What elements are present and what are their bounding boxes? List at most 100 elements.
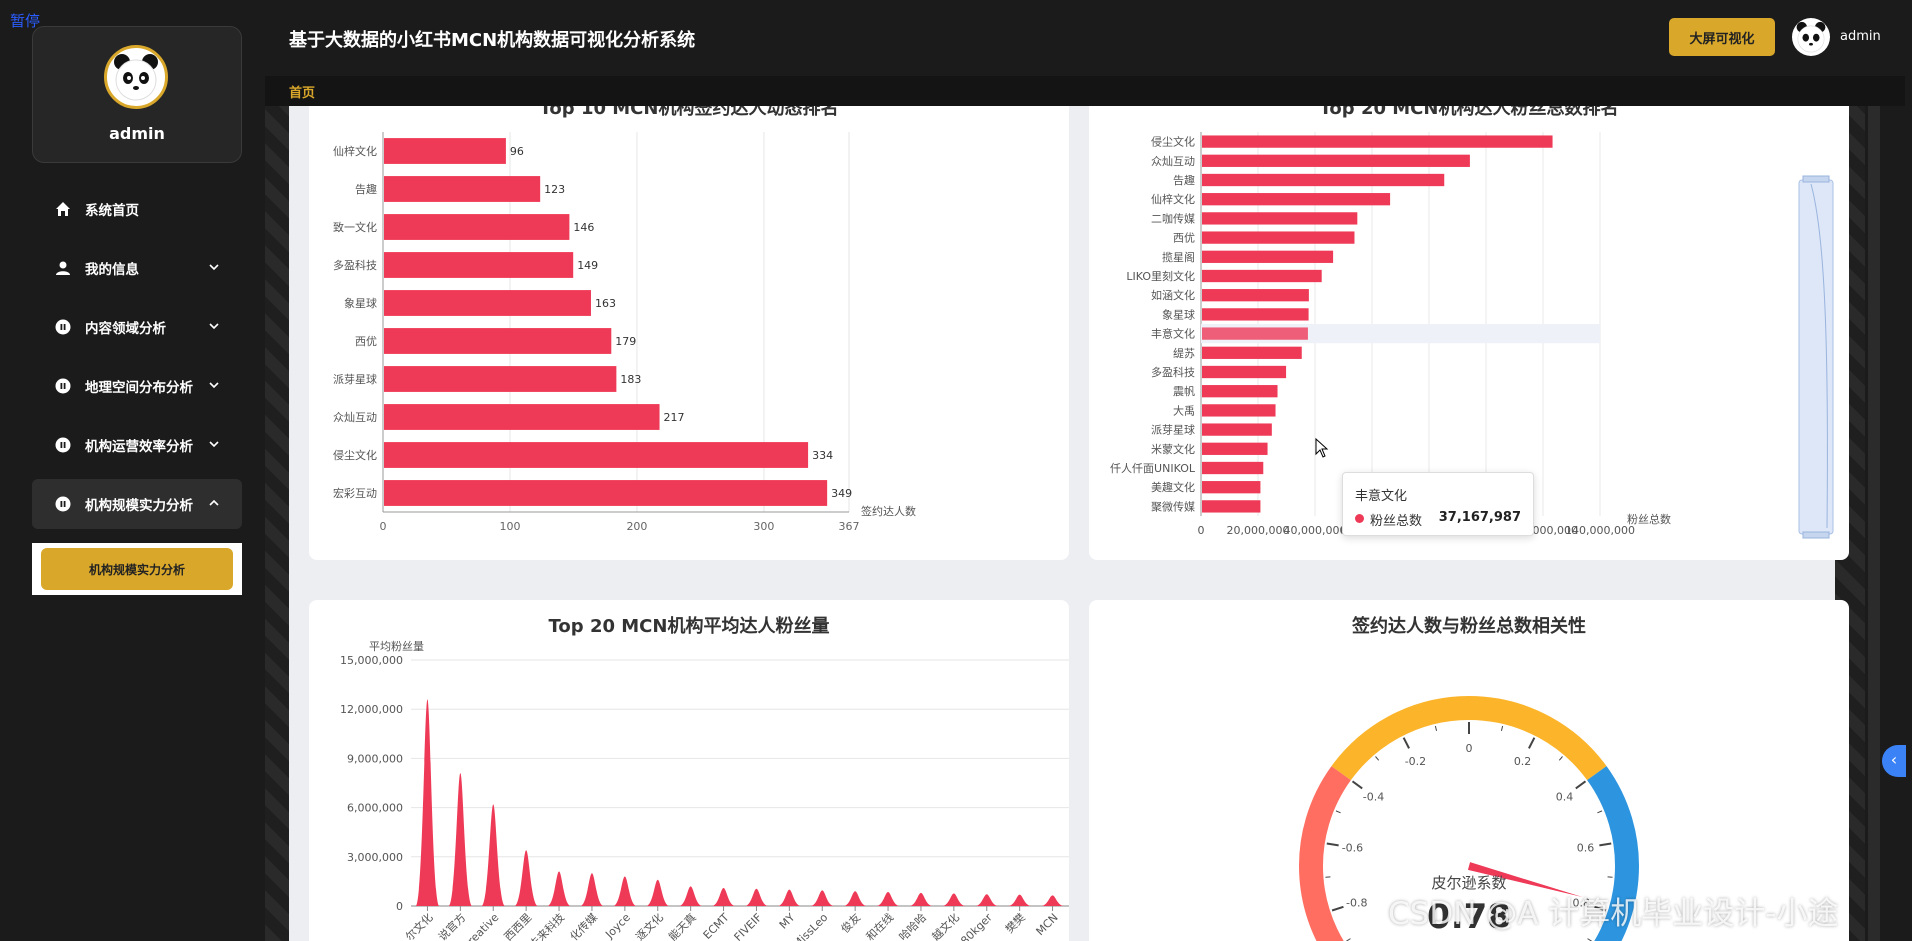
gauge-tick bbox=[1575, 780, 1587, 790]
sidebar-item-geo-distribution[interactable]: 地理空间分布分析 bbox=[32, 361, 242, 411]
x-tick-label: 化传媒 bbox=[567, 910, 600, 941]
pause-circle-icon bbox=[54, 437, 71, 454]
y-tick-label: 3,000,000 bbox=[347, 851, 403, 864]
data-label: 163 bbox=[595, 297, 616, 310]
category-label: LIKO里刻文化 bbox=[1126, 269, 1195, 283]
gauge-tick-label: -0.6 bbox=[1342, 842, 1363, 855]
area-peak bbox=[645, 879, 670, 906]
data-label: 96 bbox=[510, 145, 524, 158]
sidebar-item-scale-strength[interactable]: 机构规模实力分析 bbox=[32, 479, 242, 529]
pause-label[interactable]: 暂停 bbox=[10, 10, 40, 31]
submenu: 机构规模实力分析 bbox=[32, 543, 242, 595]
gauge-tick bbox=[1597, 810, 1603, 814]
bar bbox=[1202, 173, 1445, 187]
breadcrumb: 首页 bbox=[265, 76, 1905, 106]
sidebar-username: admin bbox=[109, 124, 165, 143]
y-tick-label: 12,000,000 bbox=[340, 703, 403, 716]
collapse-tab[interactable]: ‹ bbox=[1882, 745, 1906, 777]
category-label: 仙梓文化 bbox=[1151, 192, 1195, 206]
scrollbar[interactable] bbox=[1868, 106, 1880, 941]
x-tick-label: 说官方 bbox=[435, 910, 468, 941]
bar bbox=[1202, 481, 1261, 494]
area-peak bbox=[876, 892, 900, 906]
tooltip-series: 粉丝总数 bbox=[1370, 514, 1423, 529]
gauge-tick-label: 0 bbox=[1466, 742, 1473, 755]
data-label: 179 bbox=[615, 335, 636, 348]
chevron-down-icon bbox=[209, 382, 219, 389]
submenu-item-scale-strength[interactable]: 机构规模实力分析 bbox=[41, 548, 233, 590]
bar bbox=[384, 328, 612, 354]
chart-card-top10-signed: Top 10 MCN机构签约达人动态排名 0 100 200 300 367 仙梓文化 96… bbox=[309, 106, 1069, 560]
bar bbox=[1202, 231, 1355, 244]
avatar[interactable] bbox=[104, 45, 168, 109]
gauge-band-mid bbox=[1331, 696, 1607, 781]
area-peak bbox=[1040, 895, 1065, 906]
x-tick-label: 越文化 bbox=[929, 910, 962, 941]
x-tick-label: 80kger bbox=[958, 911, 995, 941]
x-tick-label: FIVEIF bbox=[732, 911, 765, 941]
category-label: 大禹 bbox=[1173, 403, 1195, 417]
gauge-tick bbox=[1500, 725, 1504, 731]
x-tick-label: reative bbox=[465, 911, 502, 941]
x-tick-label: 20,000,000 bbox=[1227, 524, 1290, 537]
sidebar-item-operation-efficiency[interactable]: 机构运营效率分析 bbox=[32, 420, 242, 470]
x-tick-label: 西西里 bbox=[502, 911, 535, 941]
data-label: 217 bbox=[664, 411, 685, 424]
bar bbox=[1202, 461, 1264, 475]
sidebar-item-home[interactable]: 系统首页 bbox=[32, 184, 242, 234]
big-screen-button[interactable]: 大屏可视化 bbox=[1669, 18, 1775, 56]
sidebar-item-label: 机构规模实力分析 bbox=[85, 498, 193, 514]
bar bbox=[1202, 308, 1309, 321]
chevron-down-icon bbox=[209, 323, 219, 330]
chevron-down-icon bbox=[209, 264, 219, 271]
x-tick-label: ECMT bbox=[701, 911, 732, 941]
bar bbox=[384, 252, 574, 278]
area-peak bbox=[613, 876, 637, 906]
y-tick-label: 6,000,000 bbox=[347, 802, 403, 815]
x-tick-label: Joyce bbox=[602, 911, 633, 941]
area-peak bbox=[481, 804, 506, 906]
x-tick-label: 40,000,000 bbox=[1284, 524, 1347, 537]
gauge-tick-label: 0.2 bbox=[1514, 755, 1532, 768]
gauge-tick-label: 0.6 bbox=[1577, 842, 1595, 855]
category-label: 多盈科技 bbox=[1151, 365, 1195, 379]
dashboard-grid: Top 10 MCN机构签约达人动态排名 0 100 200 300 367 仙梓文化 96… bbox=[289, 106, 1849, 941]
sidebar-item-label: 地理空间分布分析 bbox=[85, 380, 193, 396]
category-label: 仙梓文化 bbox=[333, 144, 377, 158]
pause-circle-icon bbox=[54, 319, 71, 336]
x-tick-label: 100 bbox=[499, 520, 520, 533]
sidebar-item-my-info[interactable]: 我的信息 bbox=[32, 243, 242, 293]
area-peak bbox=[974, 894, 999, 906]
x-tick-label: 樊樊 bbox=[1002, 910, 1027, 935]
app-title: 基于大数据的小红书MCN机构数据可视化分析系统 bbox=[289, 30, 696, 51]
x-tick-label: 200 bbox=[626, 520, 647, 533]
category-label: 侵尘文化 bbox=[1151, 135, 1195, 149]
category-label: 象星球 bbox=[1162, 307, 1195, 321]
x-tick-label: 300 bbox=[753, 520, 774, 533]
bar bbox=[1202, 289, 1309, 302]
category-label: 美趣文化 bbox=[1151, 480, 1195, 494]
sidebar-item-content-domain[interactable]: 内容领域分析 bbox=[32, 302, 242, 352]
header-avatar[interactable] bbox=[1792, 18, 1830, 56]
mouse-cursor-icon bbox=[1315, 437, 1329, 458]
gauge-tick bbox=[1402, 737, 1410, 749]
x-tick-label: MissLeo bbox=[790, 911, 830, 941]
bar bbox=[384, 480, 828, 506]
bar bbox=[1202, 193, 1391, 206]
category-label: 象星球 bbox=[344, 296, 377, 310]
data-label: 183 bbox=[620, 373, 641, 386]
x-tick-label: 逐文化 bbox=[633, 910, 666, 941]
breadcrumb-home[interactable]: 首页 bbox=[289, 82, 315, 101]
area-peak bbox=[580, 873, 604, 906]
data-label: 146 bbox=[573, 221, 594, 234]
top-header: 基于大数据的小红书MCN机构数据可视化分析系统 大屏可视化 admin bbox=[265, 0, 1905, 76]
gauge-tick bbox=[1599, 842, 1612, 847]
header-username[interactable]: admin bbox=[1840, 29, 1881, 44]
bar bbox=[384, 290, 591, 316]
bar bbox=[1202, 404, 1276, 417]
chevron-up-icon bbox=[209, 499, 219, 506]
sidebar-item-label: 内容领域分析 bbox=[85, 321, 166, 337]
chart-card-top20-fans: Top 20 MCN机构达人粉丝总数排名 0 20,000,000 40,000,0… bbox=[1089, 106, 1849, 560]
gauge-tick bbox=[1528, 737, 1536, 749]
bar bbox=[1202, 154, 1470, 167]
